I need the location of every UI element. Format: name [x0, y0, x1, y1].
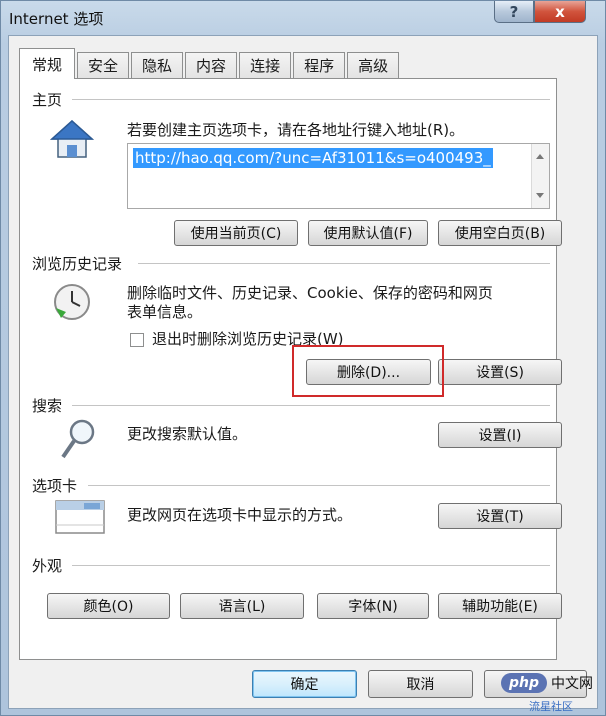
title-bar[interactable]: Internet 选项 ? x	[1, 1, 605, 35]
help-icon: ?	[509, 2, 519, 21]
magnifier-icon	[61, 419, 95, 459]
fonts-button[interactable]: 字体(N)	[317, 593, 429, 619]
internet-options-window: Internet 选项 ? x 常规 安全 隐私 内容 连接 程序 高级 主页 …	[0, 0, 606, 716]
general-tab-panel: 主页 若要创建主页选项卡，请在各地址行键入地址(R)。 http://hao.q…	[19, 78, 562, 660]
tab-advanced[interactable]: 高级	[347, 52, 400, 78]
cancel-button[interactable]: 取消	[368, 670, 473, 698]
house-icon	[50, 119, 94, 158]
history-section-label: 浏览历史记录	[32, 255, 123, 273]
close-icon: x	[555, 2, 565, 21]
tab-connections[interactable]: 连接	[239, 52, 292, 78]
colors-button[interactable]: 颜色(O)	[47, 593, 170, 619]
home-divider	[72, 99, 550, 100]
search-divider	[72, 405, 550, 406]
tab-privacy[interactable]: 隐私	[131, 52, 184, 78]
tabs-window-icon	[55, 500, 105, 534]
home-section-label: 主页	[32, 91, 63, 109]
close-button[interactable]: x	[534, 1, 586, 23]
delete-on-exit-checkbox[interactable]	[130, 333, 144, 347]
tabs-section-label: 选项卡	[32, 477, 78, 495]
php-watermark: php 中文网	[501, 673, 593, 693]
url-scrollbar[interactable]	[531, 144, 549, 208]
tab-general[interactable]: 常规	[19, 48, 76, 79]
history-description-line1: 删除临时文件、历史记录、Cookie、保存的密码和网页	[127, 284, 493, 302]
search-description: 更改搜索默认值。	[127, 425, 248, 443]
tabs-divider	[88, 485, 550, 486]
help-button[interactable]: ?	[494, 1, 534, 23]
appearance-divider	[72, 565, 550, 566]
history-description-line2: 表单信息。	[127, 303, 203, 321]
watermark-text: 中文网	[551, 676, 594, 692]
tab-strip: 常规 安全 隐私 内容 连接 程序 高级	[19, 48, 401, 79]
appearance-section-label: 外观	[32, 557, 63, 575]
accessibility-button[interactable]: 辅助功能(E)	[438, 593, 562, 619]
ok-button[interactable]: 确定	[252, 670, 357, 698]
watermark-small-text: 流星社区	[529, 700, 573, 713]
search-settings-button[interactable]: 设置(I)	[438, 422, 562, 448]
scroll-down-icon[interactable]	[536, 193, 544, 198]
php-logo: php	[501, 673, 548, 693]
history-clock-icon	[54, 284, 90, 320]
home-instruction: 若要创建主页选项卡，请在各地址行键入地址(R)。	[127, 121, 465, 139]
search-section-label: 搜索	[32, 397, 63, 415]
tab-programs[interactable]: 程序	[293, 52, 346, 78]
red-highlight-box	[292, 345, 444, 397]
history-settings-button[interactable]: 设置(S)	[438, 359, 562, 385]
use-default-button[interactable]: 使用默认值(F)	[308, 220, 428, 246]
home-url-value: http://hao.qq.com/?unc=Af31011&s=o400493…	[133, 148, 493, 168]
tabs-description: 更改网页在选项卡中显示的方式。	[127, 506, 353, 524]
use-blank-button[interactable]: 使用空白页(B)	[438, 220, 562, 246]
tabs-settings-button[interactable]: 设置(T)	[438, 503, 562, 529]
home-url-textarea[interactable]: http://hao.qq.com/?unc=Af31011&s=o400493…	[127, 143, 550, 209]
window-title: Internet 选项	[9, 10, 104, 28]
tab-security[interactable]: 安全	[77, 52, 130, 78]
history-divider	[138, 263, 550, 264]
tab-content[interactable]: 内容	[185, 52, 238, 78]
dialog-client-area: 常规 安全 隐私 内容 连接 程序 高级 主页 若要创建主页选项卡，请在各地址行…	[8, 35, 598, 709]
languages-button[interactable]: 语言(L)	[180, 593, 304, 619]
use-current-button[interactable]: 使用当前页(C)	[174, 220, 298, 246]
scroll-up-icon[interactable]	[536, 154, 544, 159]
